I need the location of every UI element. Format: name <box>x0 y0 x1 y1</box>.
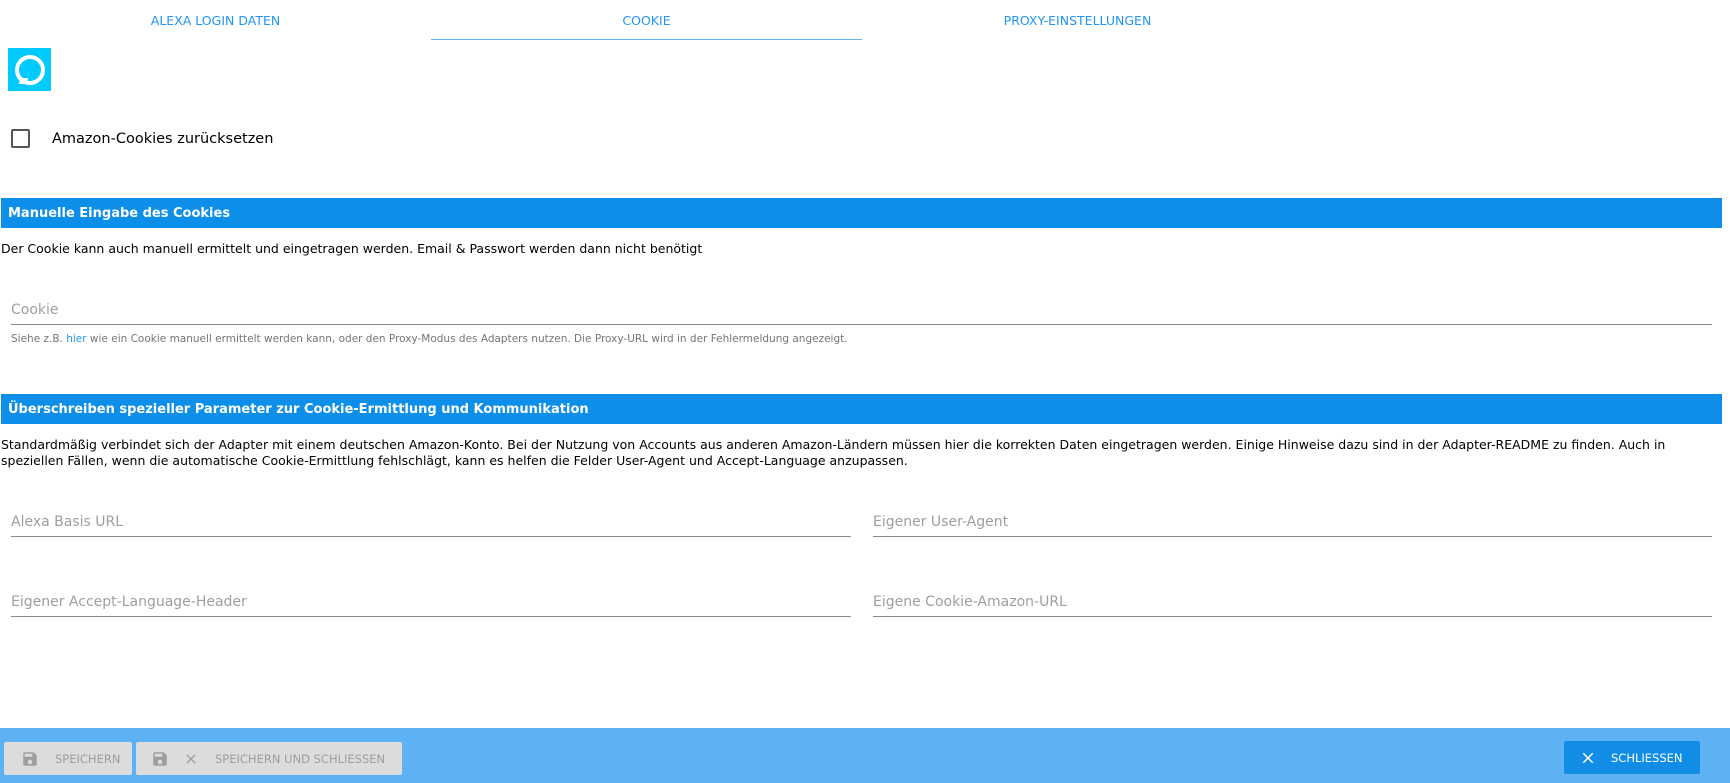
reset-cookies-checkbox[interactable] <box>11 129 30 148</box>
floppy-disk-icon <box>21 750 39 768</box>
base-url-input[interactable] <box>11 497 851 536</box>
helper-text-after: wie ein Cookie manuell ermittelt werden … <box>86 333 848 345</box>
tab-alexa-login-data[interactable]: ALEXA LOGIN DATEN <box>0 0 431 40</box>
cookie-amazon-url-field[interactable] <box>873 577 1712 617</box>
close-x-icon <box>183 751 199 767</box>
override-description: Standardmäßig verbindet sich der Adapter… <box>1 437 1666 468</box>
footer-toolbar: SPEICHERN SPEICHERN UND SCHLIESSEN SCHLI… <box>0 728 1730 783</box>
reset-cookies-checkbox-row[interactable]: Amazon-Cookies zurücksetzen <box>11 129 273 148</box>
user-agent-field[interactable] <box>873 497 1712 537</box>
accept-language-input[interactable] <box>11 577 851 616</box>
manual-cookie-section-header: Manuelle Eingabe des Cookies <box>1 198 1722 228</box>
tab-proxy-settings[interactable]: PROXY-EINSTELLUNGEN <box>862 0 1293 40</box>
override-section-header: Überschreiben spezieller Parameter zur C… <box>1 394 1722 424</box>
cookie-field[interactable] <box>11 285 1712 325</box>
base-url-field[interactable] <box>11 497 851 537</box>
save-button-label: SPEICHERN <box>55 751 121 766</box>
tab-bar: ALEXA LOGIN DATEN COOKIE PROXY-EINSTELLU… <box>0 0 1293 40</box>
close-button-label: SCHLIESSEN <box>1611 750 1683 765</box>
cookie-helper-text: Siehe z.B. hier wie ein Cookie manuell e… <box>11 333 848 345</box>
save-button[interactable]: SPEICHERN <box>4 742 132 775</box>
alexa-logo-icon <box>8 48 51 91</box>
close-x-icon <box>1579 749 1597 767</box>
cookie-input[interactable] <box>11 285 1712 324</box>
floppy-disk-icon <box>151 750 169 768</box>
user-agent-input[interactable] <box>873 497 1712 536</box>
tab-cookie[interactable]: COOKIE <box>431 0 862 40</box>
cookie-amazon-url-input[interactable] <box>873 577 1712 616</box>
save-and-close-button-label: SPEICHERN UND SCHLIESSEN <box>215 751 386 766</box>
save-and-close-button[interactable]: SPEICHERN UND SCHLIESSEN <box>136 742 402 775</box>
accept-language-field[interactable] <box>11 577 851 617</box>
manual-cookie-description: Der Cookie kann auch manuell ermittelt u… <box>1 241 703 256</box>
helper-text-before: Siehe z.B. <box>11 333 67 345</box>
close-button[interactable]: SCHLIESSEN <box>1564 741 1700 774</box>
helper-link-hier[interactable]: hier <box>66 333 86 345</box>
reset-cookies-label: Amazon-Cookies zurücksetzen <box>52 130 274 147</box>
